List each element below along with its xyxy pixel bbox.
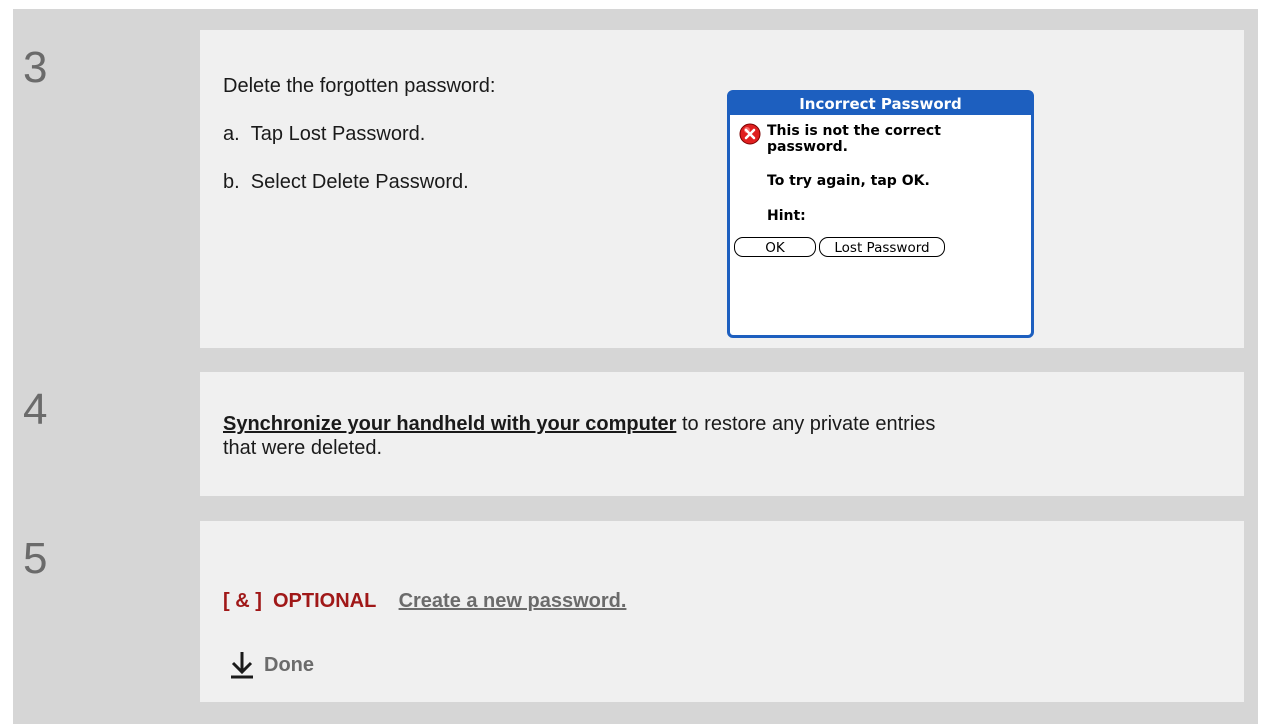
optional-label: [ & ] OPTIONAL bbox=[223, 590, 377, 612]
step-3-substep-a: a. Tap Lost Password. bbox=[223, 123, 426, 145]
dialog-hint-label: Hint: bbox=[767, 208, 806, 224]
step-5-body: [ & ] OPTIONAL Create a new password. Do… bbox=[200, 521, 1244, 702]
step-3-row: 3 Delete the forgotten password: a. Tap … bbox=[13, 30, 1258, 348]
step-5-row: 5 [ & ] OPTIONAL Create a new password. … bbox=[13, 521, 1258, 702]
step-number-cell: 5 bbox=[13, 521, 200, 702]
error-x-icon bbox=[739, 123, 761, 145]
step-4-text-line1: Synchronize your handheld with your comp… bbox=[223, 412, 935, 436]
step-number: 3 bbox=[23, 43, 48, 92]
step-number: 5 bbox=[23, 534, 48, 583]
step-4-body: Synchronize your handheld with your comp… bbox=[200, 372, 1244, 496]
step-4-text-rest: to restore any private entries bbox=[676, 413, 936, 435]
arrow-down-icon bbox=[231, 652, 253, 679]
step-number-cell: 4 bbox=[13, 372, 200, 496]
step-3-substep-b: b. Select Delete Password. bbox=[223, 171, 469, 193]
ok-button[interactable]: OK bbox=[734, 237, 816, 257]
step-4-text-line2: that were deleted. bbox=[223, 437, 382, 459]
lost-password-button[interactable]: Lost Password bbox=[819, 237, 945, 257]
dialog-title: Incorrect Password bbox=[730, 93, 1031, 115]
synchronize-link[interactable]: Synchronize your handheld with your comp… bbox=[223, 413, 676, 435]
dialog-retry-text: To try again, tap OK. bbox=[767, 173, 930, 189]
step-number: 4 bbox=[23, 385, 48, 434]
step-4-row: 4 Synchronize your handheld with your co… bbox=[13, 372, 1258, 496]
step-3-instruction: Delete the forgotten password: bbox=[223, 75, 496, 97]
done-label: Done bbox=[264, 654, 314, 676]
incorrect-password-dialog: Incorrect Password This is not the corre… bbox=[727, 90, 1034, 338]
step-3-body: Delete the forgotten password: a. Tap Lo… bbox=[200, 30, 1244, 348]
dialog-message-line1: This is not the correct bbox=[767, 123, 941, 139]
dialog-message-line2: password. bbox=[767, 139, 848, 155]
step-number-cell: 3 bbox=[13, 30, 200, 348]
step-5-optional-line: [ & ] OPTIONAL Create a new password. bbox=[223, 589, 626, 613]
create-password-link[interactable]: Create a new password. bbox=[399, 590, 627, 612]
